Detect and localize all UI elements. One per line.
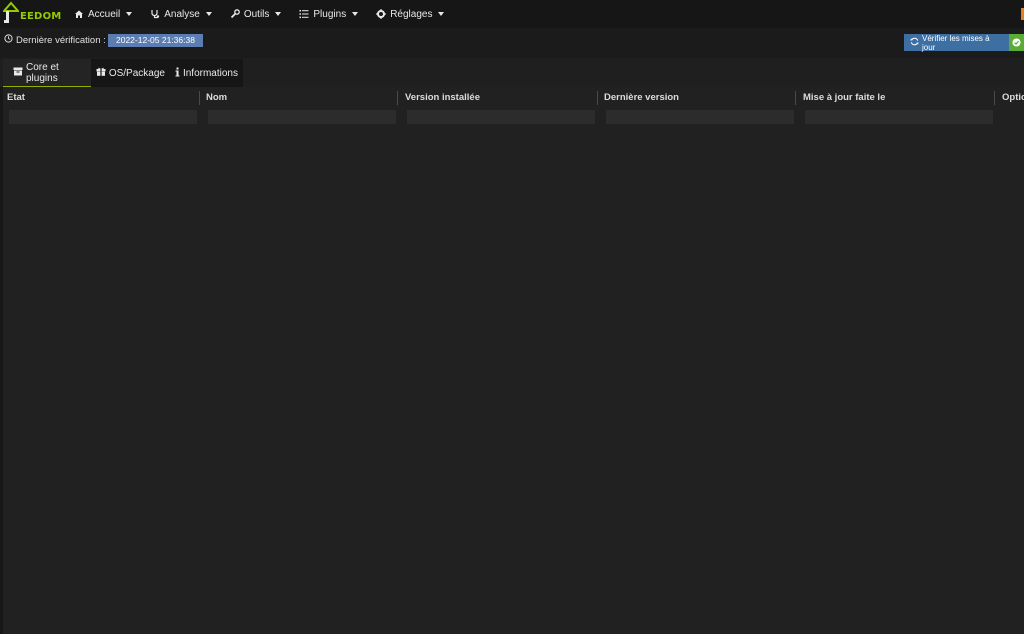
column-separator: [994, 91, 995, 105]
check-circle-icon: [1009, 34, 1024, 51]
column-header-derniere-version[interactable]: Dernière version: [601, 90, 794, 106]
tab-core-plugins-label: Core et plugins: [26, 61, 59, 84]
filter-input-nom[interactable]: [208, 110, 396, 124]
last-check-date-badge: 2022-12-05 21:36:38: [108, 34, 203, 47]
nav-analyse[interactable]: Analyse: [141, 0, 221, 28]
tab-informations[interactable]: Informations: [170, 59, 243, 87]
nav-accueil[interactable]: Accueil: [65, 0, 141, 28]
chevron-down-icon: [275, 12, 282, 16]
nav-plugins-label: Plugins: [313, 8, 347, 20]
nav-reglages-label: Réglages: [390, 8, 433, 20]
home-icon: [74, 9, 84, 19]
clock-icon: [4, 34, 13, 46]
chevron-down-icon: [205, 12, 212, 16]
logo-text: EEDOM: [20, 11, 62, 22]
filter-input-version-installee[interactable]: [407, 110, 595, 124]
house-logo-icon: [3, 1, 19, 23]
column-separator: [795, 91, 796, 105]
tab-informations-label: Informations: [182, 67, 238, 79]
nav-outils-label: Outils: [243, 8, 270, 20]
column-header-options[interactable]: Options: [999, 90, 1024, 106]
filter-input-derniere-version[interactable]: [606, 110, 794, 124]
tab-os-package-label: OS/Package: [108, 67, 165, 79]
nav-reglages[interactable]: Réglages: [367, 0, 453, 28]
list-icon: [299, 9, 309, 19]
check-updates-label: Vérifier les mises à jour: [922, 33, 990, 52]
table-header: Etat Nom Version installée Dernière vers…: [3, 90, 1024, 106]
column-separator: [199, 91, 200, 105]
chevron-down-icon: [352, 12, 359, 16]
refresh-icon: [910, 37, 919, 48]
nav-outils[interactable]: Outils: [221, 0, 291, 28]
gear-icon: [376, 9, 386, 19]
column-header-etat[interactable]: Etat: [4, 90, 199, 106]
column-header-nom[interactable]: Nom: [203, 90, 396, 106]
column-header-version-installee[interactable]: Version installée: [402, 90, 595, 106]
column-header-mise-a-jour[interactable]: Mise à jour faite le: [800, 90, 993, 106]
nav-accueil-label: Accueil: [88, 8, 121, 20]
main-menu: Accueil Analyse Outils Plugins Réglages: [65, 0, 453, 28]
last-check: Dernière vérification :: [4, 34, 106, 46]
stethoscope-icon: [150, 9, 160, 19]
chevron-down-icon: [126, 12, 133, 16]
jeedom-logo[interactable]: EEDOM: [3, 0, 62, 28]
check-updates-button[interactable]: Vérifier les mises à jour: [904, 33, 1024, 52]
info-icon: [175, 67, 180, 80]
updates-table: Etat Nom Version installée Dernière vers…: [3, 87, 1024, 634]
filter-input-mise-a-jour[interactable]: [805, 110, 993, 124]
chevron-down-icon: [438, 12, 445, 16]
nav-analyse-label: Analyse: [164, 8, 200, 20]
tab-os-package[interactable]: OS/Package: [91, 59, 170, 87]
column-separator: [597, 91, 598, 105]
update-tabs: Core et plugins OS/Package Informations: [3, 59, 243, 87]
archive-icon: [13, 67, 23, 79]
filter-input-etat[interactable]: [9, 110, 197, 124]
tab-core-plugins[interactable]: Core et plugins: [3, 59, 91, 87]
gift-icon: [96, 67, 106, 79]
wrench-icon: [230, 9, 240, 19]
column-separator: [397, 91, 398, 105]
last-check-label: Dernière vérification :: [16, 34, 106, 46]
nav-plugins[interactable]: Plugins: [290, 0, 367, 28]
top-navbar: EEDOM Accueil Analyse Outils Plugins Rég…: [0, 0, 1024, 28]
